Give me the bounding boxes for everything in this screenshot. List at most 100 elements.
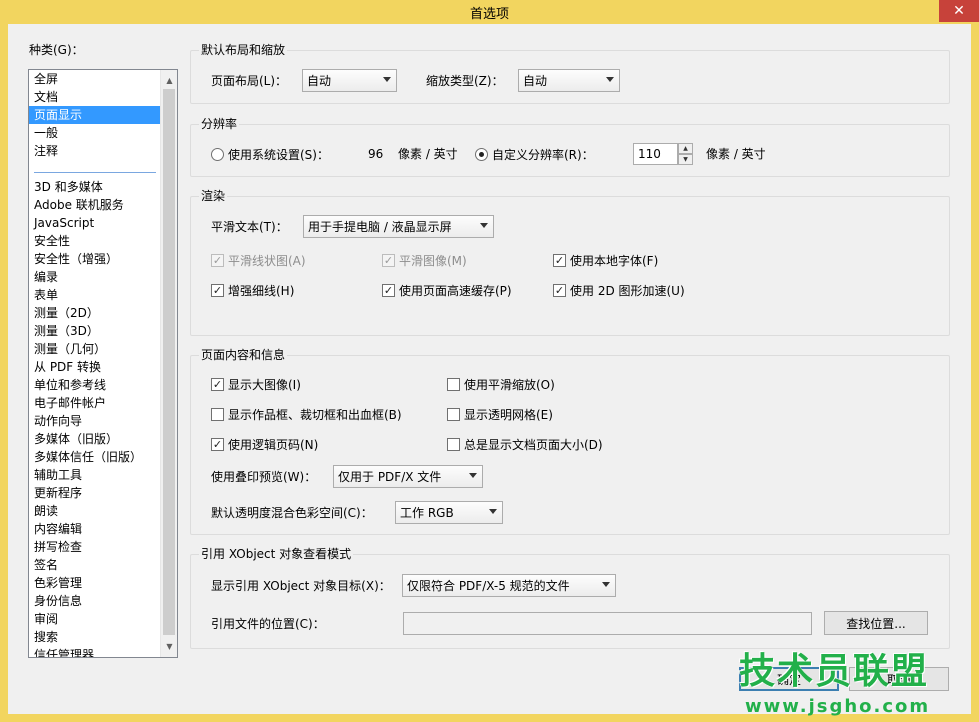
category-item[interactable]: 拼写检查 bbox=[29, 538, 160, 556]
category-item[interactable]: 一般 bbox=[29, 124, 160, 142]
browse-location-button[interactable]: 查找位置... bbox=[824, 611, 928, 635]
gpu-2d-checkbox[interactable]: ✓ 使用 2D 图形加速(U) bbox=[553, 282, 685, 299]
enhance-thin-lines-checkbox[interactable]: ✓ 增强细线(H) bbox=[211, 282, 294, 299]
custom-resolution-radio[interactable]: 自定义分辨率(R)： bbox=[475, 146, 594, 163]
large-images-checkbox[interactable]: ✓ 显示大图像(I) bbox=[211, 376, 301, 393]
category-item[interactable]: 搜索 bbox=[29, 628, 160, 646]
category-item[interactable]: 签名 bbox=[29, 556, 160, 574]
custom-resolution-input[interactable]: 110 bbox=[633, 143, 678, 165]
system-resolution-label: 使用系统设置(S)： bbox=[228, 148, 329, 162]
watermark-url: www.jsgho.com bbox=[745, 696, 931, 717]
category-item[interactable]: 全屏 bbox=[29, 70, 160, 88]
close-icon: ✕ bbox=[953, 3, 965, 19]
category-item[interactable]: 页面显示 bbox=[29, 106, 160, 124]
category-list[interactable]: 全屏 文档 页面显示 一般 注释 3D 和多媒体 Adobe 联机服务 JavaScript 安… bbox=[28, 69, 178, 658]
group-title: 渲染 bbox=[199, 188, 228, 204]
page-layout-value: 自动 bbox=[307, 74, 332, 88]
always-show-size-checkbox[interactable]: 总是显示文档页面大小(D) bbox=[447, 436, 603, 453]
overprint-preview-select[interactable]: 仅用于 PDF/X 文件 bbox=[333, 465, 483, 488]
category-item[interactable]: 多媒体（旧版） bbox=[29, 430, 160, 448]
group-title: 页面内容和信息 bbox=[199, 347, 288, 363]
category-item[interactable]: 测量（几何） bbox=[29, 340, 160, 358]
chevron-down-icon bbox=[489, 509, 497, 514]
local-fonts-checkbox[interactable]: ✓ 使用本地字体(F) bbox=[553, 252, 658, 269]
scroll-down-icon[interactable]: ▼ bbox=[161, 638, 177, 655]
stepper-up-icon[interactable]: ▲ bbox=[678, 143, 693, 154]
smooth-text-select[interactable]: 用于手提电脑 / 液晶显示屏 bbox=[303, 215, 494, 238]
category-item[interactable]: 编录 bbox=[29, 268, 160, 286]
zoom-type-value: 自动 bbox=[523, 74, 548, 88]
checkbox-icon bbox=[211, 408, 224, 421]
xobject-target-select[interactable]: 仅限符合 PDF/X-5 规范的文件 bbox=[402, 574, 616, 597]
category-item[interactable]: 身份信息 bbox=[29, 592, 160, 610]
category-item[interactable]: 3D 和多媒体 bbox=[29, 178, 160, 196]
art-trim-bleed-checkbox[interactable]: 显示作品框、裁切框和出血框(B) bbox=[211, 406, 402, 423]
checkbox-icon bbox=[447, 408, 460, 421]
category-item[interactable]: 多媒体信任（旧版） bbox=[29, 448, 160, 466]
category-item[interactable]: 测量（3D） bbox=[29, 322, 160, 340]
reference-location-field[interactable] bbox=[403, 612, 812, 635]
category-item[interactable]: 内容编辑 bbox=[29, 520, 160, 538]
transparency-grid-label: 显示透明网格(E) bbox=[464, 408, 553, 422]
transparency-grid-checkbox[interactable]: 显示透明网格(E) bbox=[447, 406, 553, 423]
xobject-target-value: 仅限符合 PDF/X-5 规范的文件 bbox=[407, 579, 570, 593]
smooth-lineart-checkbox[interactable]: ✓ 平滑线状图(A) bbox=[211, 252, 306, 269]
chevron-down-icon bbox=[606, 77, 614, 82]
category-item[interactable]: 从 PDF 转换 bbox=[29, 358, 160, 376]
smooth-zoom-checkbox[interactable]: 使用平滑缩放(O) bbox=[447, 376, 555, 393]
checkmark-icon: ✓ bbox=[553, 284, 566, 297]
category-item[interactable]: 色彩管理 bbox=[29, 574, 160, 592]
art-trim-bleed-label: 显示作品框、裁切框和出血框(B) bbox=[228, 408, 402, 422]
category-item[interactable]: 注释 bbox=[29, 142, 160, 160]
page-layout-select[interactable]: 自动 bbox=[302, 69, 397, 92]
checkbox-icon bbox=[447, 378, 460, 391]
page-cache-checkbox[interactable]: ✓ 使用页面高速缓存(P) bbox=[382, 282, 512, 299]
category-item[interactable]: 表单 bbox=[29, 286, 160, 304]
system-resolution-radio[interactable]: 使用系统设置(S)： bbox=[211, 146, 329, 163]
blend-space-value: 工作 RGB bbox=[400, 506, 454, 520]
radio-icon bbox=[211, 148, 224, 161]
window-frame-left bbox=[0, 24, 8, 722]
category-item[interactable]: 安全性（增强） bbox=[29, 250, 160, 268]
category-item[interactable]: 辅助工具 bbox=[29, 466, 160, 484]
close-button[interactable]: ✕ bbox=[939, 0, 979, 22]
category-item[interactable]: 电子邮件帐户 bbox=[29, 394, 160, 412]
overprint-preview-label: 使用叠印预览(W)： bbox=[211, 470, 317, 484]
stepper-down-icon[interactable]: ▼ bbox=[678, 154, 693, 165]
category-item[interactable]: 文档 bbox=[29, 88, 160, 106]
logical-page-numbers-checkbox[interactable]: ✓ 使用逻辑页码(N) bbox=[211, 436, 318, 453]
reference-location-label: 引用文件的位置(C)： bbox=[211, 617, 325, 631]
enhance-thin-lines-label: 增强细线(H) bbox=[228, 284, 295, 298]
smooth-zoom-label: 使用平滑缩放(O) bbox=[464, 378, 555, 392]
category-scrollbar[interactable]: ▲ ▼ bbox=[160, 70, 177, 657]
gpu-2d-label: 使用 2D 图形加速(U) bbox=[570, 284, 685, 298]
category-item[interactable]: 单位和参考线 bbox=[29, 376, 160, 394]
category-item[interactable]: 测量（2D） bbox=[29, 304, 160, 322]
custom-resolution-unit: 像素 / 英寸 bbox=[706, 147, 766, 161]
resolution-stepper[interactable]: ▲ ▼ bbox=[678, 143, 693, 165]
smooth-text-value: 用于手提电脑 / 液晶显示屏 bbox=[308, 220, 452, 234]
category-item[interactable]: 信任管理器 bbox=[29, 646, 160, 657]
always-show-size-label: 总是显示文档页面大小(D) bbox=[464, 438, 603, 452]
blend-space-select[interactable]: 工作 RGB bbox=[395, 501, 503, 524]
category-item[interactable]: Adobe 联机服务 bbox=[29, 196, 160, 214]
chevron-down-icon bbox=[469, 473, 477, 478]
category-item[interactable]: JavaScript bbox=[29, 214, 160, 232]
categories-label: 种类(G)： bbox=[29, 43, 84, 57]
category-item[interactable]: 朗读 bbox=[29, 502, 160, 520]
zoom-type-label: 缩放类型(Z)： bbox=[426, 74, 504, 88]
category-item[interactable]: 安全性 bbox=[29, 232, 160, 250]
category-item[interactable]: 动作向导 bbox=[29, 412, 160, 430]
blend-space-label: 默认透明度混合色彩空间(C)： bbox=[211, 506, 373, 520]
category-item[interactable]: 审阅 bbox=[29, 610, 160, 628]
category-item[interactable]: 更新程序 bbox=[29, 484, 160, 502]
smooth-images-label: 平滑图像(M) bbox=[399, 254, 467, 268]
scrollbar-thumb[interactable] bbox=[163, 89, 175, 635]
zoom-type-select[interactable]: 自动 bbox=[518, 69, 620, 92]
category-items: 全屏 文档 页面显示 一般 注释 3D 和多媒体 Adobe 联机服务 JavaScript 安… bbox=[29, 70, 160, 657]
radio-selected-icon bbox=[475, 148, 488, 161]
checkmark-icon: ✓ bbox=[211, 254, 224, 267]
scroll-up-icon[interactable]: ▲ bbox=[161, 72, 177, 89]
smooth-images-checkbox[interactable]: ✓ 平滑图像(M) bbox=[382, 252, 467, 269]
checkmark-icon: ✓ bbox=[211, 438, 224, 451]
